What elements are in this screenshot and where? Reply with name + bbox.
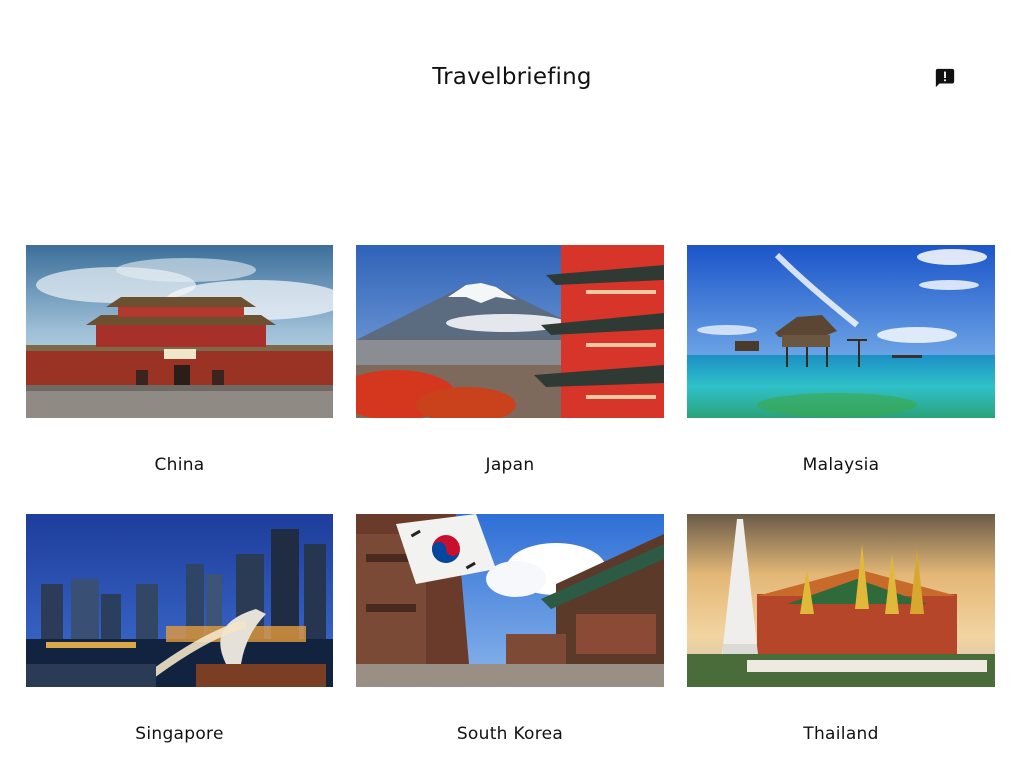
country-card-malaysia[interactable]: Malaysia (687, 245, 995, 514)
feedback-button[interactable] (933, 66, 957, 90)
thailand-photo (687, 514, 995, 687)
country-name: Singapore (135, 724, 224, 744)
china-photo (26, 245, 333, 418)
malaysia-photo (687, 245, 995, 418)
country-card-south-korea[interactable]: South Korea (356, 514, 664, 768)
country-name: Japan (485, 455, 535, 475)
country-name: South Korea (456, 724, 564, 744)
page-title: Travelbriefing (432, 64, 592, 90)
south-korea-photo (356, 514, 664, 687)
app-root: Travelbriefing China Japan Malaysia Sing… (0, 0, 1024, 768)
country-card-japan[interactable]: Japan (356, 245, 664, 514)
japan-photo (356, 245, 664, 418)
country-name: Thailand (803, 724, 879, 744)
header: Travelbriefing (0, 0, 1024, 130)
singapore-photo (26, 514, 333, 687)
feedback-icon (935, 68, 955, 88)
country-card-singapore[interactable]: Singapore (26, 514, 333, 768)
country-name: Malaysia (802, 455, 880, 475)
country-card-thailand[interactable]: Thailand (687, 514, 995, 768)
country-card-china[interactable]: China (26, 245, 333, 514)
country-grid: China Japan Malaysia Singapore South Kor… (26, 245, 996, 768)
country-name: China (154, 455, 205, 475)
